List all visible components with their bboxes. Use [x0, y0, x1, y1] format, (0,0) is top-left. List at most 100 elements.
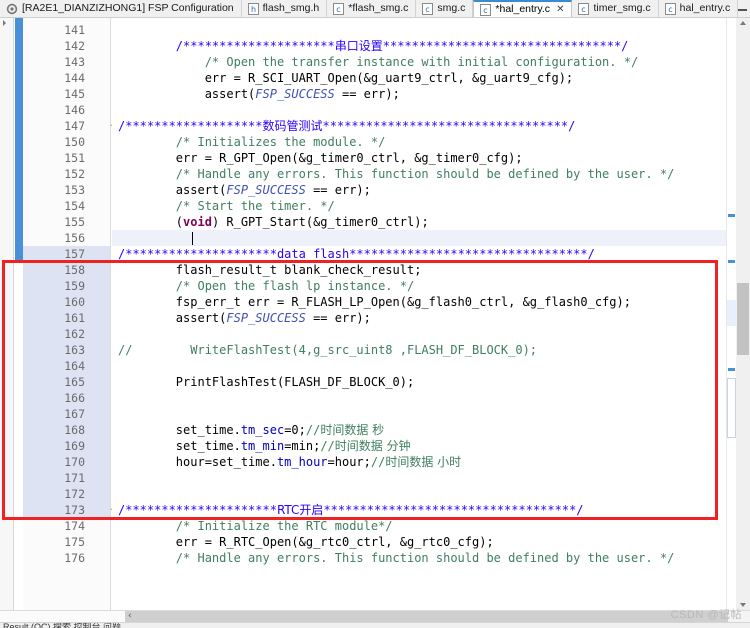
- code-token: **********************************/: [322, 119, 576, 133]
- line-number: 158: [64, 263, 85, 277]
- line-number: 173: [64, 503, 85, 517]
- current-line-highlight: [112, 230, 726, 246]
- line-number: 162: [64, 327, 85, 341]
- code-token: //: [305, 423, 321, 437]
- code-token: ) R_GPT_Start(&g_timer0_ctrl);: [211, 215, 429, 229]
- horizontal-scrollbar-thumb[interactable]: [125, 611, 728, 622]
- code-token: /* Open the transfer instance with initi…: [118, 55, 639, 69]
- code-token: /* Initializes the module. */: [118, 135, 386, 149]
- code-editor[interactable]: 141142143144145146147−150151152153154155…: [0, 18, 750, 610]
- code-token: /* Start the timer. */: [118, 199, 335, 213]
- code-token: 时间数据 小时: [385, 455, 462, 469]
- code-token: err = R_GPT_Open(&g_timer0_ctrl, &g_time…: [118, 151, 523, 165]
- close-tab-icon[interactable]: ✕: [556, 4, 564, 15]
- editor-tab-label: smg.c: [437, 2, 466, 15]
- line-number: 144: [64, 71, 85, 85]
- code-surface[interactable]: /*********************串口设置**************…: [112, 18, 726, 610]
- window-controls: [738, 0, 750, 17]
- editor-tab-1[interactable]: [RA2E1_DIANZIZHONG1] FSP Configuration: [0, 0, 242, 17]
- code-line: (void) R_GPT_Start(&g_timer0_ctrl);: [118, 214, 429, 230]
- code-token: tm_min: [240, 439, 285, 453]
- code-line: /* Open the flash lp instance. */: [118, 278, 414, 294]
- code-token: /* Handle any errors. This function shou…: [118, 551, 675, 565]
- code-token: assert(: [118, 183, 227, 197]
- editor-tab-5[interactable]: c *hal_entry.c ✕: [473, 0, 573, 17]
- overview-marker: [728, 260, 735, 263]
- horizontal-scrollbar[interactable]: ‹: [0, 610, 750, 622]
- line-number: 143: [64, 55, 85, 69]
- minimize-icon[interactable]: [738, 4, 748, 13]
- editor-tab-7[interactable]: c hal_entry.c: [658, 0, 739, 17]
- editor-tab-4[interactable]: c smg.c: [416, 0, 474, 17]
- status-bar-text: Result (QC) 搜索 控制台 问题: [3, 622, 122, 628]
- code-token: set_time.: [118, 439, 241, 453]
- scroll-up-arrow-icon[interactable]: [740, 21, 746, 25]
- code-line: err = R_GPT_Open(&g_timer0_ctrl, &g_time…: [118, 150, 523, 166]
- code-token: //: [370, 455, 386, 469]
- editor-tab-label: flash_smg.h: [262, 2, 320, 15]
- overview-viewport: [727, 300, 736, 326]
- code-line: err = R_SCI_UART_Open(&g_uart9_ctrl, &g_…: [118, 70, 573, 86]
- line-number: 147: [64, 119, 85, 133]
- code-token: == err);: [334, 87, 400, 101]
- overview-ruler[interactable]: [726, 18, 736, 610]
- line-number: 174: [64, 519, 85, 533]
- annotation-ruler[interactable]: [0, 18, 14, 610]
- code-line: /*********************data flash********…: [118, 246, 595, 262]
- line-number: 170: [64, 455, 85, 469]
- c-file-icon: c: [480, 3, 492, 16]
- collapse-arrow-icon[interactable]: [3, 20, 6, 26]
- code-line: set_time.tm_min=min;//时间数据 分钟: [118, 438, 411, 454]
- code-token: data flash: [276, 247, 350, 261]
- editor-tab-3[interactable]: c *flash_smg.c: [327, 0, 417, 17]
- svg-text:c: c: [426, 5, 430, 14]
- line-number: 154: [64, 199, 85, 213]
- editor-tab-2[interactable]: h flash_smg.h: [241, 0, 328, 17]
- code-token: ***********************************/: [323, 503, 584, 517]
- code-line: /* Initialize the RTC module*/: [118, 518, 393, 534]
- code-token: 数码管测试: [262, 119, 323, 133]
- code-token: *********************************/: [382, 39, 629, 53]
- h-file-icon: h: [247, 2, 259, 15]
- editor-tab-bar: [RA2E1_DIANZIZHONG1] FSP Configuration h f…: [0, 0, 750, 18]
- line-number: 166: [64, 391, 85, 405]
- code-token: // WriteFlashTest(4,g_src_uint8 ,FLASH_D…: [118, 343, 538, 357]
- code-token: tm_sec: [240, 423, 285, 437]
- code-line: assert(FSP_SUCCESS == err);: [118, 182, 371, 198]
- code-token: 串口设置: [334, 39, 383, 53]
- svg-text:c: c: [484, 6, 488, 15]
- svg-text:h: h: [251, 5, 256, 14]
- vertical-scrollbar[interactable]: [736, 18, 750, 610]
- text-caret: [192, 232, 193, 245]
- code-token: == err);: [305, 183, 371, 197]
- code-token: //: [320, 439, 335, 453]
- code-token: flash_result_t blank_check_result;: [118, 263, 422, 277]
- line-number: 150: [64, 135, 85, 149]
- code-token: =min;: [284, 439, 321, 453]
- code-token: FSP_SUCCESS: [226, 311, 306, 325]
- change-bar-marker: [15, 18, 23, 262]
- line-number: 159: [64, 279, 85, 293]
- vertical-scrollbar-thumb[interactable]: [737, 283, 749, 355]
- code-token: FSP_SUCCESS: [255, 87, 335, 101]
- c-file-icon: c: [664, 2, 676, 15]
- line-number: 172: [64, 487, 85, 501]
- svg-text:c: c: [582, 5, 586, 14]
- code-line: PrintFlashTest(FLASH_DF_BLOCK_0);: [118, 374, 414, 390]
- svg-text:c: c: [668, 5, 672, 14]
- line-number: 176: [64, 551, 85, 565]
- svg-text:c: c: [337, 5, 341, 14]
- code-line: flash_result_t blank_check_result;: [118, 262, 422, 278]
- line-number: 156: [64, 231, 85, 245]
- scroll-left-arrow-icon[interactable]: ‹: [128, 612, 132, 621]
- line-number: 161: [64, 311, 85, 325]
- line-number-gutter: 141142143144145146147−150151152153154155…: [23, 18, 117, 610]
- code-line: assert(FSP_SUCCESS == err);: [118, 86, 400, 102]
- code-token: =0;: [284, 423, 306, 437]
- code-token: PrintFlashTest(FLASH_DF_BLOCK_0);: [118, 375, 415, 389]
- code-token: set_time.: [118, 423, 241, 437]
- code-line: /*********************串口设置**************…: [118, 38, 629, 54]
- code-line: /* Start the timer. */: [118, 198, 335, 214]
- editor-tab-6[interactable]: c timer_smg.c: [572, 0, 659, 17]
